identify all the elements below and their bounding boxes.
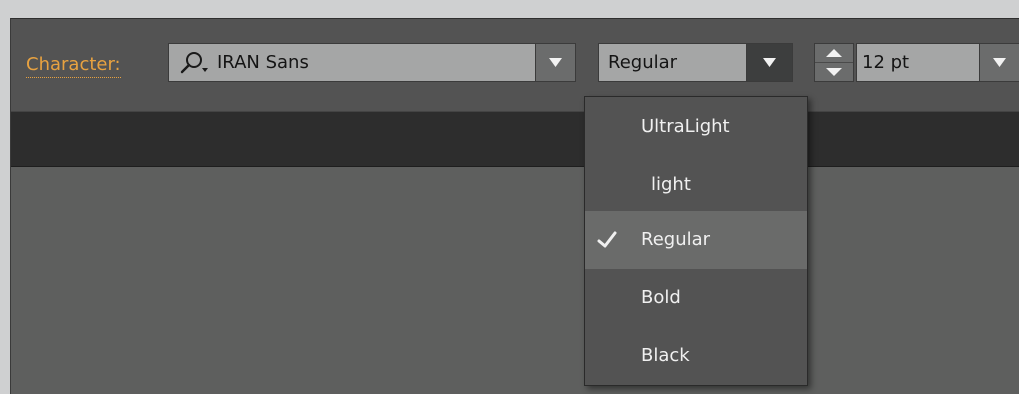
style-menu-item-label: Bold <box>641 287 681 308</box>
chevron-down-icon <box>993 58 1006 67</box>
font-family-dropdown-button[interactable] <box>535 44 575 81</box>
search-icon[interactable] <box>177 51 211 75</box>
triangle-up-icon <box>826 49 842 57</box>
font-size-dropdown-button[interactable] <box>979 44 1019 81</box>
font-size-input[interactable]: 12 pt <box>862 52 909 74</box>
font-family-combo[interactable]: IRAN Sans <box>168 43 576 82</box>
character-control-bar: Character: IRAN Sans Regular 12 pt <box>11 19 1019 112</box>
font-style-dropdown-button[interactable] <box>746 44 792 81</box>
font-family-input[interactable]: IRAN Sans <box>217 52 309 74</box>
app-window: Character: IRAN Sans Regular 12 pt <box>10 18 1019 394</box>
font-size-combo[interactable]: 12 pt <box>814 43 1019 82</box>
font-style-combo[interactable]: Regular <box>598 43 793 82</box>
style-menu-item-label: light <box>651 174 691 195</box>
style-menu-item-label: Regular <box>641 229 711 250</box>
chevron-down-icon <box>763 58 776 67</box>
font-size-stepper[interactable] <box>814 43 854 82</box>
font-style-menu: UltraLight light Regular Bold Black <box>584 96 808 386</box>
style-menu-item-label: UltraLight <box>641 116 730 137</box>
font-size-field[interactable]: 12 pt <box>856 43 1019 82</box>
character-label[interactable]: Character: <box>26 54 121 78</box>
checkmark-icon <box>597 231 617 248</box>
chevron-down-icon <box>549 58 562 67</box>
style-menu-item-regular[interactable]: Regular <box>585 211 807 269</box>
style-menu-item-black[interactable]: Black <box>585 327 807 385</box>
style-menu-item-light[interactable]: light <box>585 156 807 214</box>
style-menu-item-label: Black <box>641 345 690 366</box>
triangle-down-icon <box>826 68 842 76</box>
style-menu-item-bold[interactable]: Bold <box>585 269 807 327</box>
font-style-value[interactable]: Regular <box>608 52 677 74</box>
style-menu-item-ultralight[interactable]: UltraLight <box>585 98 807 156</box>
font-size-increase-button[interactable] <box>815 44 853 63</box>
document-tab-strip <box>11 112 1019 167</box>
font-size-decrease-button[interactable] <box>815 63 853 81</box>
